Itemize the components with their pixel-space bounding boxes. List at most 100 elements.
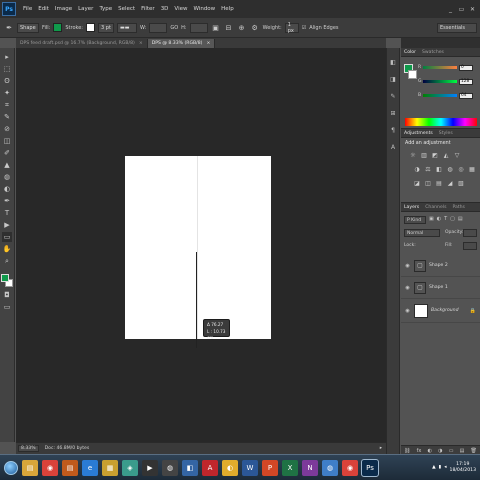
layer-style-icon[interactable]: fx [417, 448, 422, 454]
stroke-type-select[interactable]: ▬▬ [117, 22, 137, 33]
taskbar-chrome2-icon[interactable]: ◉ [342, 459, 358, 476]
width-field[interactable] [149, 22, 168, 33]
quick-mask-icon[interactable]: ◘ [2, 290, 12, 300]
channel-mixer-icon[interactable]: ◎ [457, 165, 465, 173]
healing-brush-tool-icon[interactable]: ⊘ [2, 124, 12, 134]
tab-swatches[interactable]: Swatches [422, 50, 444, 55]
presets-panel-icon[interactable]: ⊞ [389, 109, 398, 118]
layer-row[interactable]: ◉ Background 🔒 [401, 299, 480, 323]
taskbar-folder-icon[interactable]: ▤ [22, 459, 38, 476]
taskbar-acrobat-icon[interactable]: A [202, 459, 218, 476]
green-value-field[interactable]: 128 [459, 78, 473, 85]
tab-close-icon[interactable]: × [206, 41, 210, 46]
history-brush-tool-icon[interactable]: ▲ [2, 160, 12, 170]
eyedropper-tool-icon[interactable]: ✎ [2, 112, 12, 122]
tab-styles[interactable]: Styles [439, 131, 453, 136]
layer-filter-select[interactable]: P Kind [404, 216, 426, 224]
delete-layer-icon[interactable]: 🗑 [471, 448, 477, 454]
pen-tool-preset-icon[interactable]: ✒ [4, 23, 14, 33]
layer-row[interactable]: ◉ ▢ Shape 2 [401, 255, 480, 277]
path-arrangement-icon[interactable]: ⊕ [237, 23, 247, 33]
shape-filter-icon[interactable]: ▢ [450, 216, 455, 222]
align-edges-checkbox[interactable]: ☑ [302, 25, 306, 31]
taskbar-ppt-icon[interactable]: P [262, 459, 278, 476]
taskbar-excel-icon[interactable]: X [282, 459, 298, 476]
stroke-color-swatch[interactable] [86, 23, 95, 32]
link-layers-icon[interactable]: ⛓ [404, 448, 410, 454]
workspace-select[interactable]: Essentials [437, 22, 477, 33]
tab-dps[interactable]: DPS @ 8.33% (RGB/8) × [147, 39, 216, 48]
menu-3d[interactable]: 3D [158, 6, 172, 12]
invert-icon[interactable]: ◪ [413, 179, 421, 187]
tab-layers[interactable]: Layers [404, 205, 419, 210]
foreground-color-swatch[interactable] [1, 274, 9, 282]
brush-panel-icon[interactable]: ✎ [389, 92, 398, 101]
red-slider[interactable] [423, 66, 457, 69]
path-alignment-icon[interactable]: ⊟ [224, 23, 234, 33]
eraser-tool-icon[interactable]: ◍ [2, 172, 12, 182]
settings-gear-icon[interactable]: ⚙ [250, 23, 260, 33]
green-slider[interactable] [423, 80, 457, 83]
color-panel-background-swatch[interactable] [408, 70, 417, 79]
menu-help[interactable]: Help [218, 6, 237, 12]
gradient-map-icon[interactable]: ◢ [446, 179, 454, 187]
visibility-eye-icon[interactable]: ◉ [404, 284, 411, 291]
volume-icon[interactable]: ◂ [444, 465, 446, 470]
clone-stamp-tool-icon[interactable]: ✐ [2, 148, 12, 158]
path-selection-tool-icon[interactable]: ▶ [2, 220, 12, 230]
exposure-icon[interactable]: ◭ [442, 151, 450, 159]
height-field[interactable] [189, 22, 208, 33]
fill-field[interactable] [463, 242, 477, 250]
hand-tool-icon[interactable]: ✋ [2, 244, 12, 254]
menu-select[interactable]: Select [115, 6, 138, 12]
vibrance-icon[interactable]: ▽ [453, 151, 461, 159]
tab-dps-feed-draft[interactable]: DPS feed draft.psd @ 16.7% (Background, … [16, 39, 148, 48]
start-button[interactable] [4, 460, 18, 475]
taskbar-app2-icon[interactable]: ◈ [122, 459, 138, 476]
lasso-tool-icon[interactable]: ʘ [2, 76, 12, 86]
magic-wand-tool-icon[interactable]: ✦ [2, 88, 12, 98]
pixel-filter-icon[interactable]: ▣ [429, 216, 434, 222]
tool-mode-select[interactable]: Shape [17, 22, 39, 33]
layer-mask-icon[interactable]: ◐ [428, 448, 432, 454]
tray-arrow-icon[interactable]: ▲ [432, 465, 436, 470]
color-lookup-icon[interactable]: ▦ [468, 165, 476, 173]
menu-edit[interactable]: Edit [35, 6, 52, 12]
tab-color[interactable]: Color [404, 50, 416, 55]
opacity-field[interactable] [463, 229, 477, 237]
menu-file[interactable]: File [20, 6, 35, 12]
layer-row[interactable]: ◉ ▢ Shape 1 [401, 277, 480, 299]
minimize-button[interactable]: _ [447, 6, 454, 13]
network-icon[interactable]: ▮ [439, 465, 442, 470]
threshold-icon[interactable]: ▤ [435, 179, 443, 187]
menu-filter[interactable]: Filter [138, 6, 158, 12]
drawn-line-shape[interactable] [196, 252, 197, 348]
paragraph-panel-icon[interactable]: ¶ [389, 126, 398, 135]
taskbar-media-icon[interactable]: ▶ [142, 459, 158, 476]
brightness-contrast-icon[interactable]: ☼ [409, 151, 417, 159]
menu-type[interactable]: Type [96, 6, 115, 12]
type-tool-icon[interactable]: T [2, 208, 12, 218]
move-tool-icon[interactable]: ▸ [2, 52, 12, 62]
screen-mode-icon[interactable]: ▭ [2, 302, 12, 312]
taskbar-app3-icon[interactable]: ◍ [162, 459, 178, 476]
document-canvas[interactable] [125, 156, 271, 339]
taskbar-ie-icon[interactable]: e [82, 459, 98, 476]
line-tool-icon[interactable]: ▭ [2, 232, 12, 242]
adjustment-filter-icon[interactable]: ◐ [437, 216, 441, 222]
marquee-tool-icon[interactable]: ⬚ [2, 64, 12, 74]
taskbar-paint-icon[interactable]: ◐ [222, 459, 238, 476]
color-spectrum-bar[interactable] [405, 118, 477, 126]
taskbar-onenote-icon[interactable]: N [302, 459, 318, 476]
taskbar-files-icon[interactable]: ▤ [62, 459, 78, 476]
levels-icon[interactable]: ▥ [420, 151, 428, 159]
taskbar-globe-icon[interactable]: ◍ [322, 459, 338, 476]
brush-tool-icon[interactable]: ◫ [2, 136, 12, 146]
maximize-button[interactable]: ▭ [458, 6, 465, 13]
visibility-eye-icon[interactable]: ◉ [404, 307, 411, 314]
gradient-tool-icon[interactable]: ◐ [2, 184, 12, 194]
selective-color-icon[interactable]: ▧ [457, 179, 465, 187]
close-button[interactable]: ✕ [469, 6, 476, 13]
blue-slider[interactable] [423, 94, 457, 97]
curves-icon[interactable]: ◩ [431, 151, 439, 159]
